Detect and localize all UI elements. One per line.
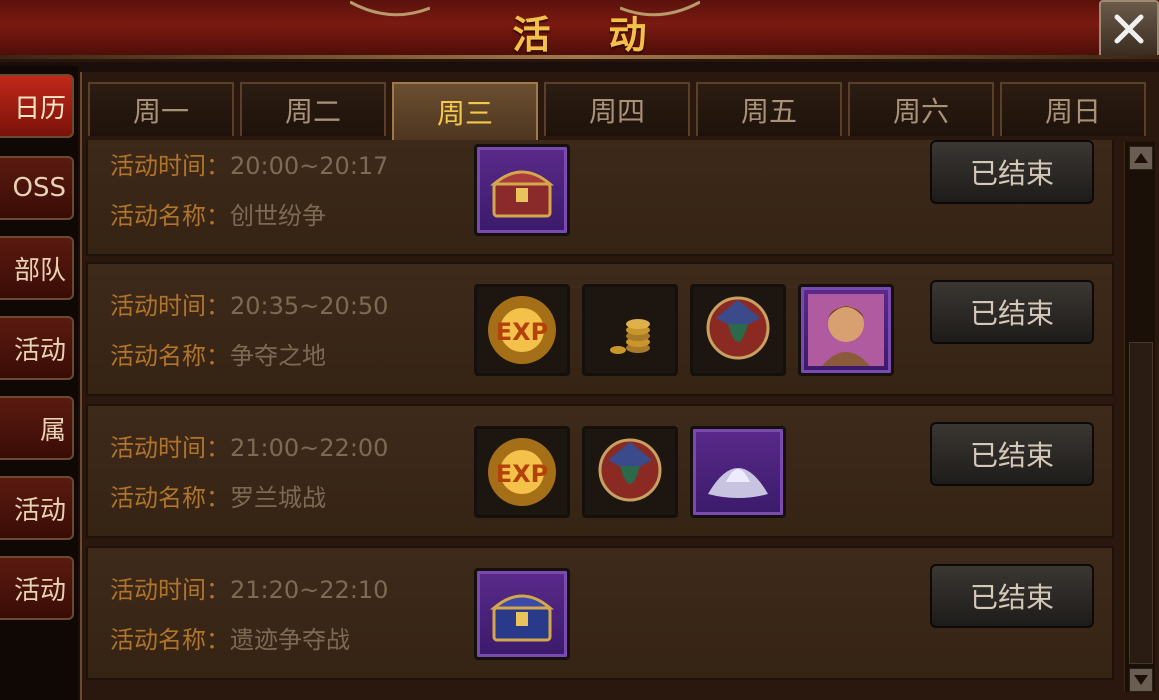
reward-slot[interactable]: EXP — [474, 426, 570, 518]
sidebar-item-activity-1[interactable]: 活动 — [0, 316, 74, 380]
event-time: 活动时间：20:35~20:50 — [110, 292, 389, 320]
sidebar-item-troops[interactable]: 部队 — [0, 236, 74, 300]
reward-slot[interactable] — [582, 284, 678, 376]
reward-slot[interactable] — [690, 284, 786, 376]
tab-monday[interactable]: 周一 — [88, 82, 234, 136]
triangle-up-icon — [1134, 153, 1148, 163]
scroll-down-button[interactable] — [1129, 668, 1153, 692]
reward-slot[interactable] — [474, 568, 570, 660]
sidebar-item-activity-3[interactable]: 活动 — [0, 556, 74, 620]
tab-tuesday[interactable]: 周二 — [240, 82, 386, 136]
close-button[interactable] — [1099, 0, 1159, 58]
exp-icon: EXP — [488, 296, 556, 364]
tab-saturday[interactable]: 周六 — [848, 82, 994, 136]
status-ended-button[interactable]: 已结束 — [930, 280, 1094, 344]
event-time: 活动时间：21:00~22:00 — [110, 434, 389, 462]
status-ended-button[interactable]: 已结束 — [930, 422, 1094, 486]
scrollbar[interactable] — [1124, 142, 1155, 692]
ornament-right-icon — [620, 0, 700, 17]
reward-list: EXP — [474, 426, 798, 518]
close-icon — [1114, 14, 1144, 44]
triangle-down-icon — [1134, 675, 1148, 685]
event-time: 活动时间：21:20~22:10 — [110, 576, 389, 604]
reward-list: EXP — [474, 284, 906, 376]
svg-text:EXP: EXP — [496, 460, 549, 488]
reward-slot[interactable] — [474, 144, 570, 236]
title-bar: 活动 — [0, 0, 1159, 62]
tab-wednesday[interactable]: 周三 — [392, 82, 538, 140]
hero-portrait-icon — [808, 294, 884, 366]
tab-friday[interactable]: 周五 — [696, 82, 842, 136]
scroll-thumb[interactable] — [1129, 342, 1153, 664]
sidebar-item-activity-2[interactable]: 活动 — [0, 476, 74, 540]
scroll-up-button[interactable] — [1129, 146, 1153, 170]
event-name: 活动名称：争夺之地 — [110, 342, 326, 370]
sidebar-item-attribute[interactable]: 属 — [0, 396, 74, 460]
event-row: 活动时间：21:20~22:10 活动名称：遗迹争夺战 已结束 — [86, 546, 1114, 680]
sidebar-item-calendar[interactable]: 日历 — [0, 74, 74, 138]
event-time: 活动时间：20:00~20:17 — [110, 152, 389, 180]
silver-powder-icon — [708, 468, 768, 498]
event-list[interactable]: 活动时间：20:00~20:17 活动名称：创世纷争 已结束 活动时间：20:3… — [86, 140, 1116, 698]
page-title: 活动 — [512, 13, 705, 57]
day-tabs: 周一 周二 周三 周四 周五 周六 周日 — [88, 82, 1152, 140]
event-row: 活动时间：20:00~20:17 活动名称：创世纷争 已结束 — [86, 140, 1114, 256]
gold-coins-icon — [610, 319, 650, 354]
treasure-chest-icon — [489, 170, 555, 218]
svg-text:EXP: EXP — [496, 318, 549, 346]
blue-chest-icon — [489, 594, 555, 642]
event-name: 活动名称：遗迹争夺战 — [110, 626, 350, 654]
status-ended-button[interactable]: 已结束 — [930, 140, 1094, 204]
event-name: 活动名称：罗兰城战 — [110, 484, 326, 512]
reward-slot[interactable] — [798, 284, 894, 376]
reward-slot[interactable] — [690, 426, 786, 518]
guild-emblem-icon — [598, 438, 662, 502]
event-row: 活动时间：21:00~22:00 活动名称：罗兰城战 EXP 已结束 — [86, 404, 1114, 538]
exp-icon: EXP — [488, 438, 556, 506]
event-name: 活动名称：创世纷争 — [110, 202, 326, 230]
tab-thursday[interactable]: 周四 — [544, 82, 690, 136]
status-ended-button[interactable]: 已结束 — [930, 564, 1094, 628]
event-row: 活动时间：20:35~20:50 活动名称：争夺之地 EXP 已结束 — [86, 262, 1114, 396]
sidebar-item-boss[interactable]: OSS — [0, 156, 74, 220]
reward-list — [474, 144, 582, 236]
guild-emblem-icon — [706, 296, 770, 360]
reward-slot[interactable]: EXP — [474, 284, 570, 376]
reward-slot[interactable] — [582, 426, 678, 518]
reward-list — [474, 568, 582, 660]
sidebar: 日历 OSS 部队 活动 属 活动 活动 — [0, 66, 78, 700]
tab-sunday[interactable]: 周日 — [1000, 82, 1146, 136]
